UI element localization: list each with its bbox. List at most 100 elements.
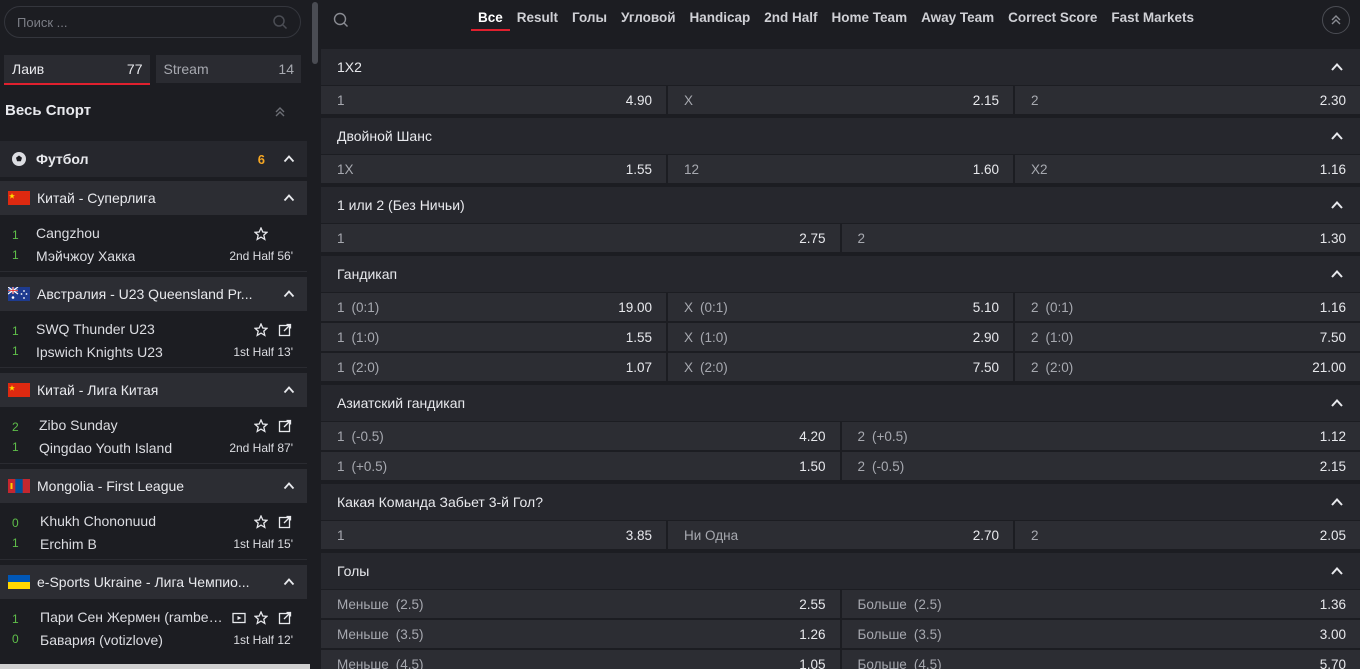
chevron-up-icon[interactable] <box>1330 396 1344 410</box>
market-header[interactable]: Гандикап <box>321 256 1360 292</box>
market-header[interactable]: 1X2 <box>321 49 1360 85</box>
odds-button[interactable]: Больше (4.5) 5.70 <box>841 650 1360 669</box>
chevron-up-icon[interactable] <box>1330 129 1344 143</box>
odds-button[interactable]: Больше (3.5) 3.00 <box>841 620 1360 648</box>
odds-button[interactable]: 1 2.75 <box>321 224 840 252</box>
filter-tab[interactable]: Correct Score <box>1001 0 1104 40</box>
chevron-up-icon[interactable] <box>1330 198 1344 212</box>
odds-button[interactable]: 1X 1.55 <box>321 155 666 183</box>
chevron-up-icon[interactable] <box>1330 495 1344 509</box>
external-link-icon[interactable] <box>278 611 292 625</box>
play-video-icon[interactable] <box>232 611 246 625</box>
chevron-up-icon[interactable] <box>1330 564 1344 578</box>
odds-button[interactable]: X (1:0) 2.90 <box>668 323 1013 351</box>
odds-button[interactable]: 2 (0:1) 1.16 <box>1015 293 1360 321</box>
league-header[interactable]: Китай - Суперлига <box>0 181 307 215</box>
match-row[interactable]: 1 1 SWQ Thunder U23 Ipswich Knights U23 … <box>0 312 307 368</box>
odds-button[interactable]: 2 1.30 <box>841 224 1360 252</box>
league-header[interactable]: Китай - Лига Китая <box>0 373 307 407</box>
external-link-icon[interactable] <box>278 515 292 529</box>
chevron-up-icon[interactable] <box>283 480 295 492</box>
filter-tab[interactable]: Угловой <box>614 0 682 40</box>
match-minute: 56' <box>277 249 293 263</box>
sidebar-scroll-thumb[interactable] <box>312 2 318 64</box>
filter-tab[interactable]: Handicap <box>683 0 758 40</box>
away-team: Ipswich Knights U23 <box>36 344 163 360</box>
filter-tab[interactable]: Голы <box>565 0 614 40</box>
market-header[interactable]: 1 или 2 (Без Ничьи) <box>321 187 1360 223</box>
odds-button[interactable]: X (2:0) 7.50 <box>668 353 1013 381</box>
filter-tab[interactable]: Fast Markets <box>1104 0 1201 40</box>
odds-button[interactable]: Меньше (4.5) 1.05 <box>321 650 840 669</box>
odds-button[interactable]: Ни Одна 2.70 <box>668 521 1013 549</box>
external-link-icon[interactable] <box>278 419 292 433</box>
odds-button[interactable]: Меньше (3.5) 1.26 <box>321 620 840 648</box>
odds-button[interactable]: 1 (1:0) 1.55 <box>321 323 666 351</box>
odds-button[interactable]: 1 3.85 <box>321 521 666 549</box>
odds-button[interactable]: Меньше (2.5) 2.55 <box>321 590 840 618</box>
chevron-up-icon[interactable] <box>283 576 295 588</box>
odds-button[interactable]: 2 (+0.5) 1.12 <box>841 422 1360 450</box>
star-icon[interactable] <box>254 323 268 337</box>
tab-live[interactable]: Лаив 77 <box>4 55 150 85</box>
filter-tab[interactable]: Home Team <box>825 0 915 40</box>
odds-button[interactable]: 2 (-0.5) 2.15 <box>841 452 1360 480</box>
odds-row: 1 3.85 Ни Одна 2.70 2 2.05 <box>321 521 1360 549</box>
filter-tab[interactable]: Все <box>471 0 510 40</box>
odds-button[interactable]: 1 (-0.5) 4.20 <box>321 422 840 450</box>
odds-button[interactable]: X2 1.16 <box>1015 155 1360 183</box>
search-icon[interactable] <box>331 10 351 30</box>
outcome-label: Больше <box>857 656 907 669</box>
league-header[interactable]: e-Sports Ukraine - Лига Чемпио... <box>0 565 307 599</box>
sidebar-scrollbar[interactable] <box>310 0 320 669</box>
scroll-top-button[interactable] <box>1322 6 1350 34</box>
odds-button[interactable]: Больше (2.5) 1.36 <box>841 590 1360 618</box>
search-icon[interactable] <box>272 14 288 30</box>
market-header[interactable]: Азиатский гандикап <box>321 385 1360 421</box>
star-icon[interactable] <box>254 515 268 529</box>
match-row[interactable]: 1 0 Пари Сен Жермен (rambee... Бавария (… <box>0 600 307 656</box>
match-row[interactable]: 0 1 Khukh Chononuud Erchim B 1st Half 15… <box>0 504 307 560</box>
sport-football[interactable]: Футбол 6 <box>0 141 307 177</box>
star-icon[interactable] <box>254 419 268 433</box>
league-header[interactable]: Mongolia - First League <box>0 469 307 503</box>
odds-button[interactable]: 2 2.30 <box>1015 86 1360 114</box>
star-icon[interactable] <box>254 611 268 625</box>
odds-button[interactable]: X (0:1) 5.10 <box>668 293 1013 321</box>
market-title: Какая Команда Забьет 3-й Гол? <box>337 494 543 510</box>
horizontal-scrollbar[interactable] <box>0 664 310 669</box>
odds-button[interactable]: 2 2.05 <box>1015 521 1360 549</box>
market-title: 1X2 <box>337 59 362 75</box>
odds-button[interactable]: 2 (1:0) 7.50 <box>1015 323 1360 351</box>
star-icon[interactable] <box>254 227 268 241</box>
external-link-icon[interactable] <box>278 323 292 337</box>
odds-button[interactable]: X 2.15 <box>668 86 1013 114</box>
sidebar-search[interactable] <box>4 6 301 38</box>
tab-stream[interactable]: Stream 14 <box>155 55 301 83</box>
chevron-up-icon[interactable] <box>283 384 295 396</box>
odds-button[interactable]: 1 4.90 <box>321 86 666 114</box>
filter-tab[interactable]: 2nd Half <box>757 0 824 40</box>
market-header[interactable]: Какая Команда Забьет 3-й Гол? <box>321 484 1360 520</box>
chevron-up-icon[interactable] <box>283 288 295 300</box>
chevron-up-icon[interactable] <box>1330 267 1344 281</box>
collapse-all-icon[interactable] <box>274 106 286 118</box>
away-team: Erchim B <box>40 536 97 552</box>
market-header[interactable]: Голы <box>321 553 1360 589</box>
chevron-up-icon[interactable] <box>283 192 295 204</box>
odds-button[interactable]: 1 (+0.5) 1.50 <box>321 452 840 480</box>
filter-tab[interactable]: Away Team <box>914 0 1001 40</box>
market-header[interactable]: Двойной Шанс <box>321 118 1360 154</box>
odds-button[interactable]: 2 (2:0) 21.00 <box>1015 353 1360 381</box>
odds-button[interactable]: 1 (0:1) 19.00 <box>321 293 666 321</box>
chevron-up-icon[interactable] <box>1330 60 1344 74</box>
match-row[interactable]: 2 1 Zibo Sunday Qingdao Youth Island 2nd… <box>0 408 307 464</box>
handicap-value: (0:1) <box>700 299 728 315</box>
filter-tab[interactable]: Result <box>510 0 565 40</box>
match-row[interactable]: 1 1 Cangzhou Мэйчжоу Хакка 2nd Half 56' <box>0 216 307 272</box>
search-input[interactable] <box>17 7 257 37</box>
chevron-up-icon[interactable] <box>283 153 295 165</box>
league-header[interactable]: Австралия - U23 Queensland Pr... <box>0 277 307 311</box>
odds-button[interactable]: 12 1.60 <box>668 155 1013 183</box>
odds-button[interactable]: 1 (2:0) 1.07 <box>321 353 666 381</box>
